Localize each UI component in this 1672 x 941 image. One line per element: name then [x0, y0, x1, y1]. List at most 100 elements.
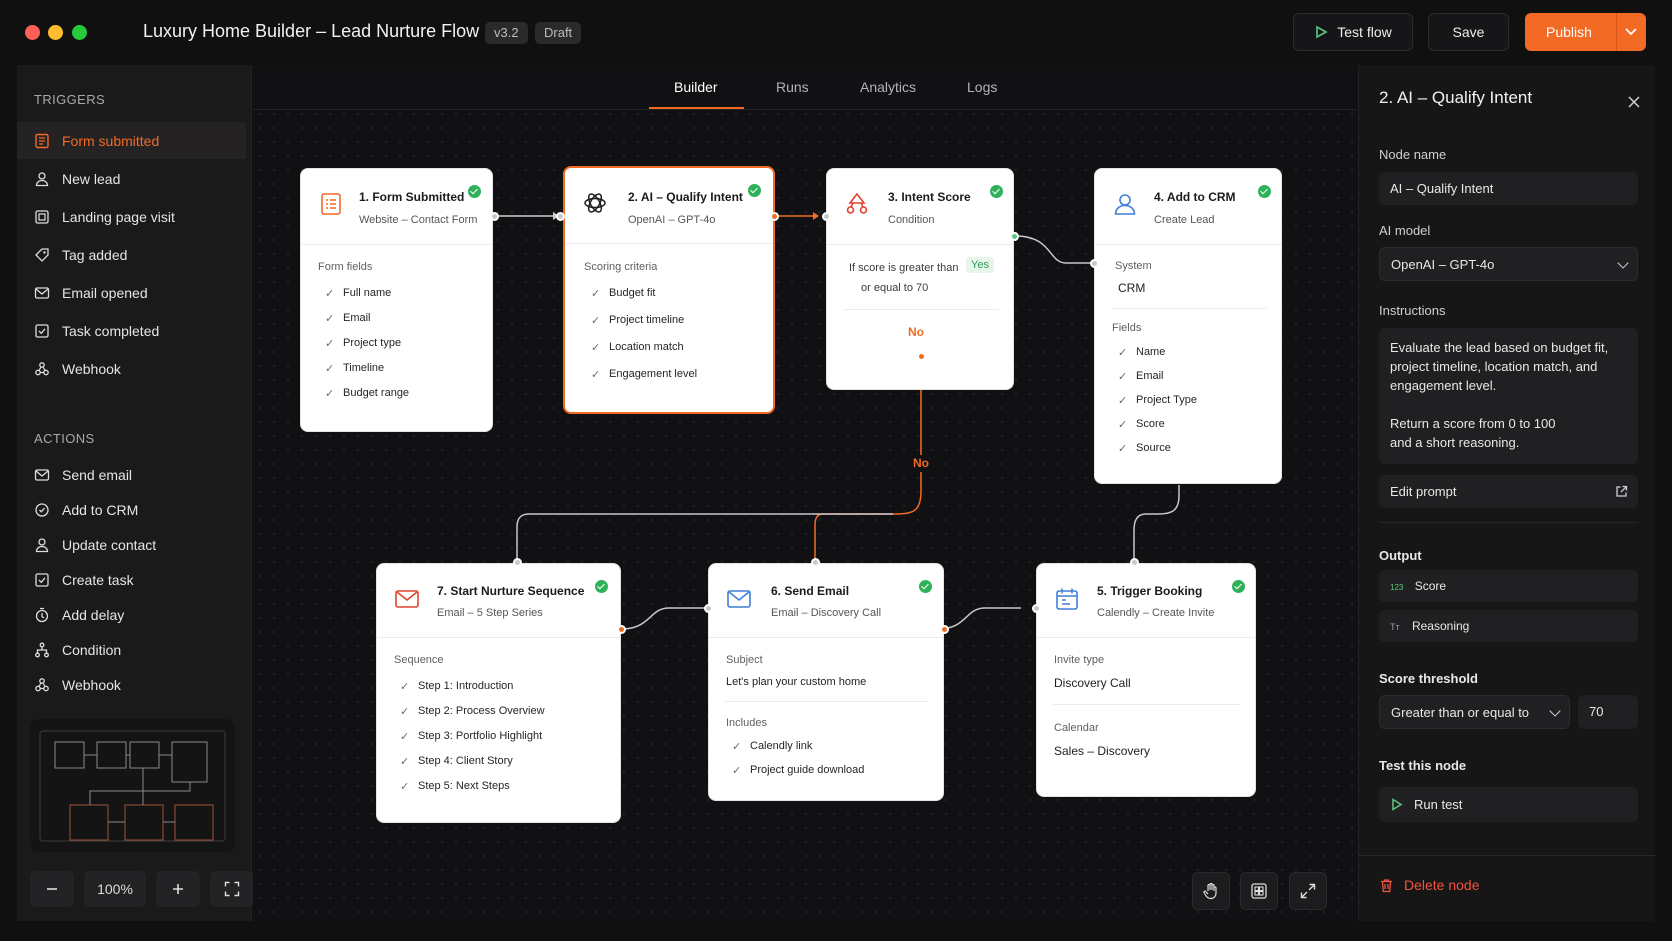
node-header: 4. Add to CRM Create Lead — [1095, 169, 1281, 245]
edge-3-4 — [1014, 235, 1091, 264]
flow-title: Luxury Home Builder – Lead Nurture Flow — [143, 21, 480, 41]
ai-model-select[interactable]: OpenAI – GPT-4o — [1379, 247, 1638, 281]
sidebar-item-condition[interactable]: Condition — [17, 631, 246, 668]
input-port[interactable] — [1090, 259, 1099, 268]
edit-prompt-button[interactable]: Edit prompt — [1379, 475, 1638, 508]
flow-canvas[interactable]: Builder Runs Analytics Logs No 1. Form S… — [253, 65, 1357, 921]
node-send-email[interactable]: 6. Send Email Email – Discovery Call Sub… — [708, 563, 944, 801]
sidebar-item-send-email[interactable]: Send email — [17, 456, 246, 493]
close-icon[interactable] — [1627, 95, 1641, 109]
input-port[interactable] — [822, 212, 831, 221]
grid-select-icon — [1251, 883, 1267, 899]
list-item: Step 4: Client Story — [400, 755, 513, 768]
condition-branch-icon — [846, 192, 868, 214]
node-title: 7. Start Nurture Sequence — [437, 584, 585, 598]
zoom-out-button[interactable] — [30, 871, 74, 907]
node-ai-qualify-intent[interactable]: 2. AI – Qualify Intent OpenAI – GPT-4o S… — [563, 166, 775, 414]
edge-no-label: No — [913, 456, 929, 470]
node-name-label: Node name — [1379, 147, 1447, 162]
threshold-operator-value: Greater than or equal to — [1391, 705, 1530, 720]
input-port[interactable] — [513, 558, 522, 567]
output-port[interactable] — [940, 625, 949, 634]
sidebar-item-form-submitted[interactable]: Form submitted — [17, 122, 246, 159]
save-button[interactable]: Save — [1428, 13, 1509, 51]
panel-title: 2. AI – Qualify Intent — [1379, 88, 1533, 107]
input-port[interactable] — [1032, 604, 1041, 613]
sidebar-item-new-lead[interactable]: New lead — [17, 160, 246, 197]
output-reasoning-row: Tт Reasoning — [1379, 610, 1638, 642]
fit-view-button[interactable] — [210, 871, 254, 907]
delete-node-label: Delete node — [1404, 877, 1480, 893]
list-item: Project type — [325, 337, 401, 350]
sidebar-item-webhook-trigger[interactable]: Webhook — [17, 350, 246, 387]
list-item: Score — [1118, 418, 1165, 431]
node-name-input[interactable]: AI – Qualify Intent — [1379, 172, 1638, 205]
input-port[interactable] — [704, 604, 713, 613]
list-item: Calendly link — [732, 740, 812, 753]
user-icon — [1114, 194, 1136, 215]
close-window-button[interactable] — [25, 25, 40, 40]
sidebar-item-task-completed[interactable]: Task completed — [17, 312, 246, 349]
delete-node-button[interactable]: Delete node — [1379, 877, 1480, 893]
fields-label: Fields — [1112, 322, 1142, 334]
list-item: Project guide download — [732, 764, 864, 777]
sidebar-item-add-delay[interactable]: Add delay — [17, 596, 246, 633]
edge-7-6 — [620, 607, 706, 630]
node-add-to-crm[interactable]: 4. Add to CRM Create Lead System CRM Fie… — [1094, 168, 1282, 484]
list-item: Email — [325, 312, 371, 325]
sidebar-item-label: Email opened — [62, 284, 148, 301]
fullscreen-button[interactable] — [1289, 872, 1327, 910]
ai-model-label: AI model — [1379, 223, 1431, 238]
calendar-label: Calendar — [1054, 722, 1099, 734]
output-port[interactable] — [770, 212, 779, 221]
number-type-icon: 123 — [1390, 583, 1404, 592]
sidebar-item-create-task[interactable]: Create task — [17, 561, 246, 598]
sidebar-item-add-to-crm[interactable]: Add to CRM — [17, 491, 246, 528]
no-output-port[interactable] — [917, 352, 926, 361]
node-trigger-booking[interactable]: 5. Trigger Booking Calendly – Create Inv… — [1036, 563, 1256, 797]
includes-label: Includes — [726, 717, 767, 729]
input-port-top[interactable] — [811, 558, 820, 567]
minimap[interactable] — [30, 719, 235, 852]
chevron-down-icon — [1549, 705, 1561, 717]
threshold-operator-select[interactable]: Greater than or equal to — [1379, 695, 1570, 729]
input-port[interactable] — [556, 212, 565, 221]
pan-tool-button[interactable] — [1192, 872, 1230, 910]
mail-icon — [34, 286, 50, 299]
triggers-heading: TRIGGERS — [34, 92, 106, 107]
webhook-icon — [35, 677, 49, 691]
trash-icon — [1381, 878, 1392, 892]
run-test-button[interactable]: Run test — [1379, 787, 1638, 822]
publish-button[interactable]: Publish — [1525, 13, 1646, 51]
sidebar-item-webhook-action[interactable]: Webhook — [17, 666, 246, 703]
play-icon — [1392, 798, 1403, 811]
instructions-label: Instructions — [1379, 303, 1446, 318]
maximize-window-button[interactable] — [72, 25, 87, 40]
instructions-line: and a short reasoning. — [1390, 435, 1520, 450]
output-port[interactable] — [490, 212, 499, 221]
sidebar-item-update-contact[interactable]: Update contact — [17, 526, 246, 563]
list-item: Budget range — [325, 387, 409, 400]
publish-label: Publish — [1546, 24, 1592, 40]
test-flow-button[interactable]: Test flow — [1293, 13, 1413, 51]
sidebar-item-landing-page-visit[interactable]: Landing page visit — [17, 198, 246, 235]
node-form-submitted[interactable]: 1. Form Submitted Website – Contact Form… — [300, 168, 493, 432]
invite-type-label: Invite type — [1054, 654, 1105, 666]
chevron-down-icon[interactable] — [1617, 25, 1645, 39]
list-item: Step 1: Introduction — [400, 680, 513, 693]
output-port[interactable] — [617, 625, 626, 634]
node-start-nurture-sequence[interactable]: 7. Start Nurture Sequence Email – 5 Step… — [376, 563, 621, 823]
webhook-icon — [35, 361, 49, 375]
select-tool-button[interactable] — [1240, 872, 1278, 910]
input-port-top[interactable] — [1130, 558, 1139, 567]
node-header: 6. Send Email Email – Discovery Call — [709, 564, 943, 638]
minimize-window-button[interactable] — [48, 25, 63, 40]
invite-type-value: Discovery Call — [1054, 676, 1131, 690]
sidebar-item-tag-added[interactable]: Tag added — [17, 236, 246, 273]
zoom-in-button[interactable] — [156, 871, 200, 907]
threshold-value-input[interactable]: 70 — [1578, 695, 1638, 729]
sidebar-item-email-opened[interactable]: Email opened — [17, 274, 246, 311]
yes-output-port[interactable] — [1010, 232, 1019, 241]
form-icon — [35, 133, 49, 148]
instructions-textarea[interactable]: Evaluate the lead based on budget fit, p… — [1379, 328, 1638, 464]
